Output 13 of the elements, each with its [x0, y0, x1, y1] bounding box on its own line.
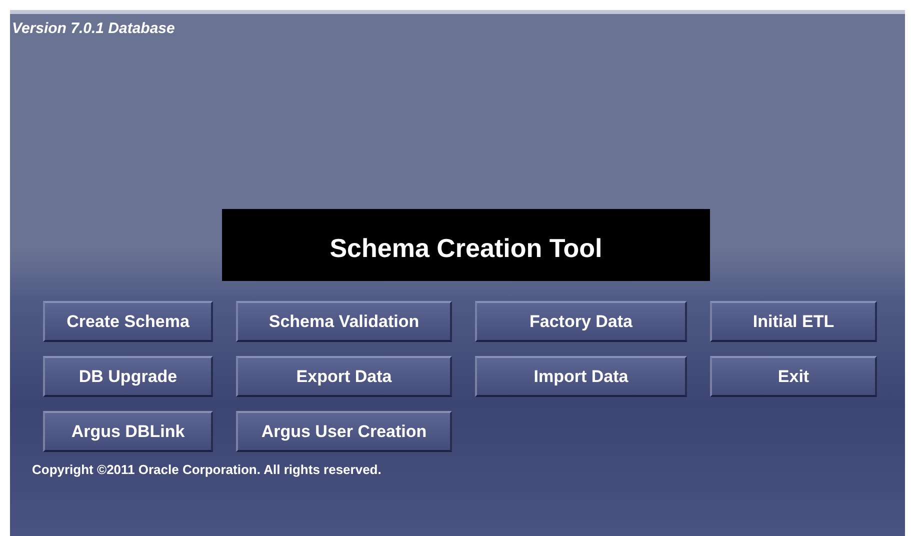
action-button[interactable]: DB Upgrade	[43, 356, 213, 397]
action-button[interactable]: Create Schema	[43, 301, 213, 342]
app-title: Schema Creation Tool	[222, 209, 710, 281]
action-button[interactable]: Initial ETL	[710, 301, 877, 342]
version-label: Version 7.0.1 Database	[11, 19, 175, 37]
action-button[interactable]: Argus DBLink	[43, 411, 213, 452]
action-button[interactable]: Import Data	[475, 356, 687, 397]
action-button[interactable]: Argus User Creation	[236, 411, 452, 452]
action-button[interactable]: Factory Data	[475, 301, 687, 342]
action-button[interactable]: Export Data	[236, 356, 452, 397]
action-button[interactable]: Schema Validation	[236, 301, 452, 342]
action-button[interactable]: Exit	[710, 356, 877, 397]
copyright-text: Copyright ©2011 Oracle Corporation. All rights reserved.	[32, 462, 382, 477]
